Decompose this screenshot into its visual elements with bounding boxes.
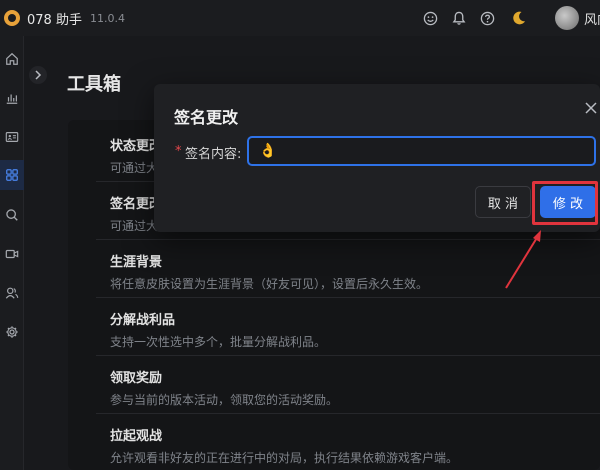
app-logo <box>4 10 20 26</box>
chevron-right-icon <box>35 70 42 80</box>
tool-title: 拉起观战 <box>110 429 163 444</box>
close-icon[interactable] <box>584 100 600 116</box>
signature-input[interactable]: 👌 <box>247 136 596 166</box>
tool-title: 生涯背景 <box>110 255 163 270</box>
users-icon <box>5 287 19 299</box>
sidebar-item-video[interactable] <box>0 239 24 269</box>
tool-desc: 允许观看非好友的正在进行中的对局，执行结果依赖游戏客户端。 <box>110 451 459 465</box>
tool-row-claim-rewards[interactable]: 领取奖励 参与当前的版本活动，领取您的活动奖励。 <box>96 356 600 414</box>
home-icon <box>6 52 18 65</box>
moon-icon[interactable] <box>510 9 528 27</box>
app-name: 078 助手 <box>27 12 82 28</box>
signature-field-label: 签名内容: <box>185 147 242 162</box>
avatar[interactable] <box>555 6 579 30</box>
bell-icon[interactable] <box>450 9 468 27</box>
dialog-title: 签名更改 <box>174 108 239 127</box>
tool-desc: 可通过大 <box>110 161 159 175</box>
user-name[interactable]: 风向 <box>584 9 600 28</box>
tool-desc: 可通过大 <box>110 219 159 233</box>
tool-desc: 支持一次性选中多个，批量分解战利品。 <box>110 335 327 349</box>
cancel-button[interactable]: 取 消 <box>475 186 531 218</box>
tool-row-spectate[interactable]: 拉起观战 允许观看非好友的正在进行中的对局，执行结果依赖游戏客户端。 <box>96 414 600 470</box>
tool-row-disenchant-loot[interactable]: 分解战利品 支持一次性选中多个，批量分解战利品。 <box>96 298 600 356</box>
sidebar-item-profile[interactable] <box>0 122 24 152</box>
sidebar-item-search[interactable] <box>0 200 24 230</box>
sidebar-item-settings[interactable] <box>0 317 24 347</box>
grid-icon <box>6 169 18 181</box>
video-icon <box>5 249 19 259</box>
sidebar <box>0 36 24 470</box>
app-version: 11.0.4 <box>89 11 125 25</box>
id-card-icon <box>5 132 19 142</box>
sidebar-item-home[interactable] <box>0 44 24 74</box>
annotation-highlight-box <box>532 181 598 225</box>
required-mark: * <box>175 144 182 159</box>
tool-desc: 将任意皮肤设置为生涯背景（好友可见），设置后永久生效。 <box>110 277 429 291</box>
sidebar-item-friends[interactable] <box>0 278 24 308</box>
bar-chart-icon <box>6 94 18 104</box>
sidebar-collapse-button[interactable] <box>29 66 47 84</box>
smile-icon[interactable] <box>421 9 439 27</box>
search-icon <box>6 209 18 221</box>
tool-desc: 参与当前的版本活动，领取您的活动奖励。 <box>110 393 339 407</box>
tool-row-career-background[interactable]: 生涯背景 将任意皮肤设置为生涯背景（好友可见），设置后永久生效。 <box>96 240 600 298</box>
tool-title: 领取奖励 <box>110 371 163 386</box>
help-icon[interactable] <box>478 9 496 27</box>
tool-title: 分解战利品 <box>110 313 176 328</box>
page-title: 工具箱 <box>67 74 121 95</box>
sidebar-item-toolbox[interactable] <box>0 160 24 190</box>
gear-icon <box>6 326 18 338</box>
sidebar-item-stats[interactable] <box>0 83 24 113</box>
